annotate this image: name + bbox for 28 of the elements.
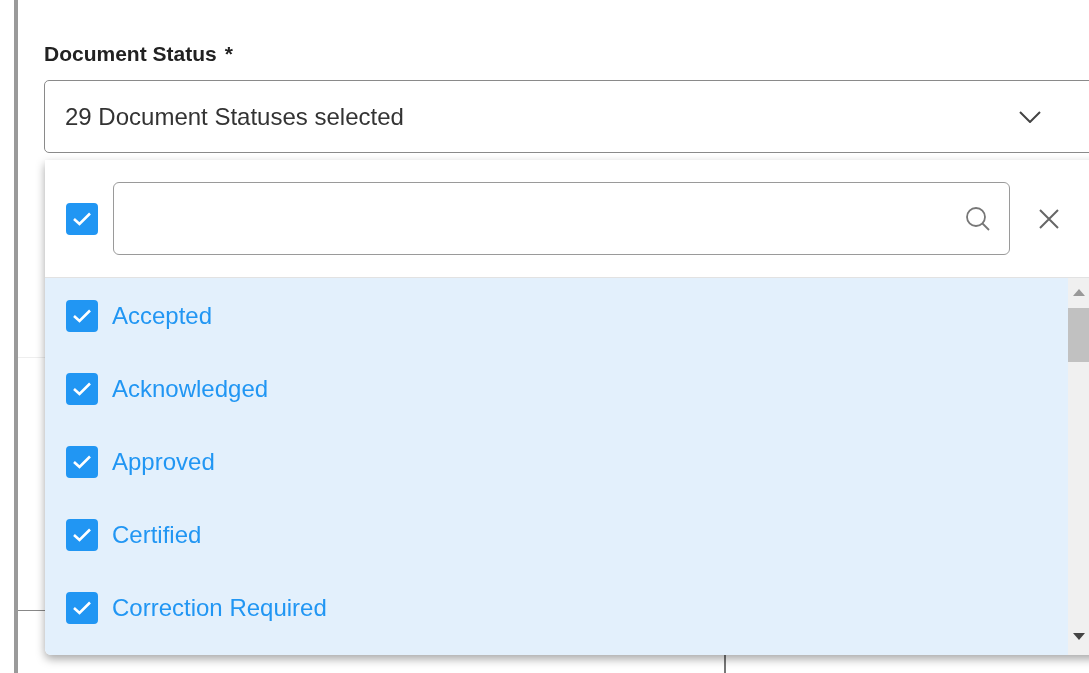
option-checkbox[interactable] — [66, 592, 98, 625]
check-icon — [72, 210, 92, 227]
scrollbar[interactable] — [1068, 278, 1089, 655]
check-icon — [72, 527, 92, 544]
status-select[interactable]: 29 Document Statuses selected — [44, 80, 1089, 153]
scroll-down-icon[interactable] — [1073, 633, 1085, 641]
option-label[interactable]: Accepted — [112, 301, 213, 330]
option-checkbox[interactable] — [66, 519, 98, 552]
option-label[interactable]: Correction Required — [112, 594, 327, 623]
search-field[interactable] — [113, 182, 1010, 255]
close-icon[interactable] — [1038, 207, 1060, 230]
option-label[interactable]: Certified — [112, 521, 202, 550]
option-label[interactable]: Approved — [112, 447, 215, 476]
option-checkbox[interactable] — [66, 445, 98, 478]
required-mark: * — [224, 42, 233, 66]
select-all-checkbox[interactable] — [66, 202, 98, 235]
check-icon — [72, 453, 92, 470]
option-checkbox[interactable] — [66, 299, 98, 332]
field-label: Document Status — [44, 42, 217, 66]
check-icon — [72, 600, 92, 617]
option-checkbox[interactable] — [66, 372, 98, 405]
scroll-up-icon[interactable] — [1073, 288, 1085, 296]
chevron-down-icon — [1019, 110, 1041, 123]
check-icon — [72, 380, 92, 397]
option-label[interactable]: Acknowledged — [112, 374, 269, 403]
scroll-thumb[interactable] — [1068, 308, 1089, 362]
check-icon — [72, 307, 92, 324]
search-icon — [965, 205, 991, 232]
